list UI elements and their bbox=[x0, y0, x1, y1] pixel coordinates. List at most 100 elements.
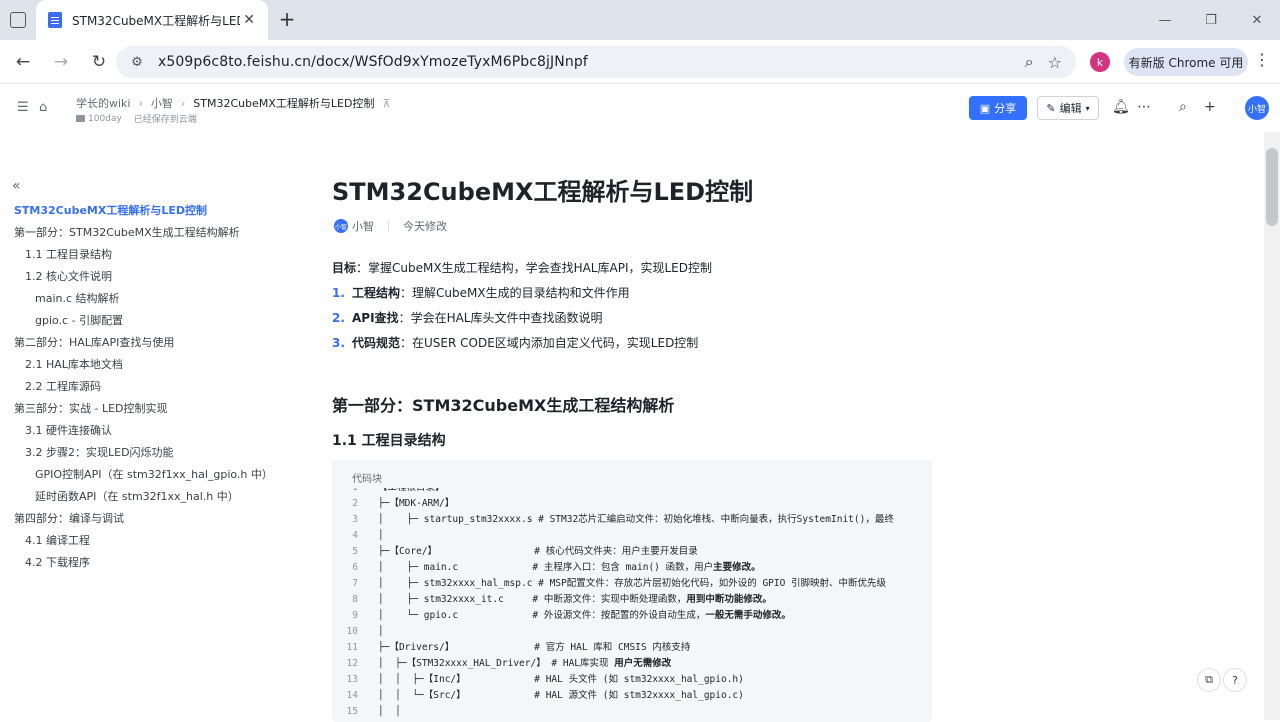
code-emphasis: 用户无需修改 bbox=[614, 658, 672, 669]
profile-avatar[interactable]: k bbox=[1090, 52, 1110, 72]
code-block-label: 代码块 bbox=[352, 474, 382, 485]
restore-button[interactable]: ❐ bbox=[1188, 0, 1234, 40]
code-line: 13 │ │ ├─【Inc/】 # HAL 头文件 (如 stm32xxxx_ha… bbox=[332, 672, 932, 688]
site-settings-icon[interactable]: ⚙ bbox=[122, 55, 152, 70]
close-window-button[interactable]: ✕ bbox=[1234, 0, 1280, 40]
folder-label[interactable]: 100day bbox=[76, 114, 122, 124]
code-text: │ bbox=[378, 530, 384, 541]
code-line: 12 │ ├─【STM32xxxx_HAL_Driver/】 # HAL库实现 用… bbox=[332, 656, 932, 672]
code-body: 1 【工程根目录】 2 ├─【MDK-ARM/】 3 │ ├─ startup_stm32… bbox=[332, 488, 932, 722]
list-item: 1. 工程结构：理解CubeMX生成的目录结构和文件作用 bbox=[332, 286, 630, 300]
browser-menu-icon[interactable]: ⋮ bbox=[1254, 50, 1270, 69]
outline-item-part1[interactable]: 第一部分：STM32CubeMX生成工程结构解析 bbox=[14, 224, 240, 240]
code-line: 5 ├─【Core/】 # 核心代码文件夹：用户主要开发目录 bbox=[332, 544, 932, 560]
outline-item-4-2[interactable]: 4.2 下载程序 bbox=[25, 554, 90, 570]
code-text: │ │ bbox=[378, 706, 401, 717]
edit-mode-button[interactable]: ✎ 编辑 ▾ bbox=[1037, 96, 1099, 120]
pencil-icon: ✎ bbox=[1046, 101, 1056, 115]
outline-item-part3[interactable]: 第三部分：实战 - LED控制实现 bbox=[14, 400, 168, 416]
address-bar[interactable]: ⚙ x509p6c8to.feishu.cn/docx/WSfOd9xYmoze… bbox=[116, 46, 1076, 78]
outline-item-4-1[interactable]: 4.1 编译工程 bbox=[25, 532, 90, 548]
notification-bell-icon[interactable]: 🔔︎ bbox=[1112, 99, 1130, 115]
browser-tab-strip: STM32CubeMX工程解析与LED控制 ✕ + — ❐ ✕ bbox=[0, 0, 1280, 40]
browser-tab-active[interactable]: STM32CubeMX工程解析与LED控制 ✕ bbox=[36, 0, 268, 40]
line-number: 3 bbox=[352, 514, 358, 525]
line-number: 6 bbox=[352, 562, 358, 573]
code-emphasis: 用到中断功能修改。 bbox=[686, 594, 772, 605]
help-icon[interactable]: ? bbox=[1223, 668, 1247, 692]
user-avatar[interactable]: 小智 bbox=[1245, 96, 1269, 120]
feishu-doc-favicon-icon bbox=[48, 12, 62, 28]
breadcrumb-item-space[interactable]: 小智 bbox=[151, 95, 173, 111]
zoom-search-icon[interactable]: ⌕ bbox=[1025, 52, 1034, 72]
code-text: ├─【MDK-ARM/】 bbox=[378, 498, 455, 509]
back-button[interactable]: ← bbox=[6, 45, 40, 79]
outline-item-1-2[interactable]: 1.2 核心文件说明 bbox=[25, 268, 112, 284]
outline-item-2-2[interactable]: 2.2 工程库源码 bbox=[25, 378, 101, 394]
scrollbar-thumb[interactable] bbox=[1266, 148, 1278, 226]
url-text: x509p6c8to.feishu.cn/docx/WSfOd9xYmozeTy… bbox=[158, 54, 588, 70]
subsection-heading: 1.1 工程目录结构 bbox=[332, 433, 446, 449]
code-emphasis: 一般无需手动修改。 bbox=[705, 610, 791, 621]
outline-item-2-1[interactable]: 2.1 HAL库本地文档 bbox=[25, 356, 123, 372]
code-text: │ ├─ stm32xxxx_hal_msp.c # MSP配置文件：存放芯片层… bbox=[378, 578, 887, 589]
outline-item-main-c[interactable]: main.c 结构解析 bbox=[35, 290, 120, 306]
code-line: 10 │ bbox=[332, 624, 932, 640]
list-item: 2. API查找：学会在HAL库头文件中查找函数说明 bbox=[332, 311, 603, 325]
code-text: │ └─ gpio.c # 外设源文件：按配置的外设自动生成， bbox=[378, 610, 706, 621]
code-line: 8 │ ├─ stm32xxxx_it.c # 中断源文件：实现中断处理函数，用到… bbox=[332, 592, 932, 608]
collapse-outline-icon[interactable]: « bbox=[12, 178, 21, 194]
code-line: 14 │ │ └─【Src/】 # HAL 源文件 (如 stm32xxxx_ha… bbox=[332, 688, 932, 704]
goal-text: ：掌握CubeMX生成工程结构，学会查找HAL库API，实现LED控制 bbox=[356, 261, 712, 275]
more-options-icon[interactable]: ⋯ bbox=[1137, 99, 1151, 115]
line-number: 10 bbox=[346, 626, 358, 637]
code-block[interactable]: 代码块 1 【工程根目录】 2 ├─【MDK-ARM/】 3 │ ├─ startup_s… bbox=[332, 460, 932, 722]
line-number: 15 bbox=[346, 706, 358, 717]
create-new-icon[interactable]: + bbox=[1204, 99, 1216, 115]
author-row: 小智 小智 今天修改 bbox=[334, 218, 447, 234]
search-icon[interactable]: ⌕ bbox=[1179, 99, 1187, 115]
author-name[interactable]: 小智 bbox=[352, 218, 374, 234]
new-tab-button[interactable]: + bbox=[276, 9, 298, 31]
omnibox-actions: ⌕ ☆ bbox=[1025, 52, 1062, 72]
share-button[interactable]: ▣ 分享 bbox=[969, 96, 1027, 120]
line-number: 2 bbox=[352, 498, 358, 509]
tab-search-icon[interactable] bbox=[10, 12, 26, 28]
code-text: │ │ ├─【Inc/】 # HAL 头文件 (如 stm32xxxx_hal_… bbox=[378, 674, 744, 685]
pin-icon[interactable]: ⊼ bbox=[382, 97, 390, 110]
outline-item-gpio-api[interactable]: GPIO控制API（在 stm32f1xx_hal_gpio.h 中） bbox=[35, 466, 273, 482]
line-number: 12 bbox=[346, 658, 358, 669]
forward-button[interactable]: → bbox=[44, 45, 78, 79]
section-heading: 第一部分：STM32CubeMX生成工程结构解析 bbox=[332, 396, 675, 415]
home-icon[interactable]: ⌂ bbox=[39, 100, 47, 115]
line-number: 13 bbox=[346, 674, 358, 685]
doc-meta: 100day 已经保存到云端 bbox=[76, 112, 197, 125]
code-emphasis: 主要修改。 bbox=[713, 562, 761, 573]
folder-icon bbox=[76, 114, 85, 122]
outline-item-part2[interactable]: 第二部分：HAL库API查找与使用 bbox=[14, 334, 174, 350]
list-item: 3. 代码规范：在USER CODE区域内添加自定义代码，实现LED控制 bbox=[332, 336, 699, 350]
code-text: │ ├─ startup_stm32xxxx.s # STM32芯片汇编启动文件… bbox=[378, 514, 894, 525]
reload-button[interactable]: ↻ bbox=[82, 45, 116, 79]
outline-item-gpio-c[interactable]: gpio.c - 引脚配置 bbox=[35, 312, 123, 328]
minimize-button[interactable]: — bbox=[1142, 0, 1188, 40]
outline-item-3-2[interactable]: 3.2 步骤2：实现LED闪烁功能 bbox=[25, 444, 174, 460]
line-number: 5 bbox=[352, 546, 358, 557]
breadcrumb-item-wiki[interactable]: 学长的wiki bbox=[76, 95, 130, 111]
code-line: 15 │ │ bbox=[332, 704, 932, 720]
toggle-sidebar-icon[interactable]: ☰ bbox=[17, 100, 29, 115]
page-title: STM32CubeMX工程解析与LED控制 bbox=[332, 178, 754, 206]
line-number: 4 bbox=[352, 530, 358, 541]
chrome-update-button[interactable]: 有新版 Chrome 可用 bbox=[1124, 48, 1248, 76]
outline-item-title[interactable]: STM32CubeMX工程解析与LED控制 bbox=[14, 202, 207, 218]
author-avatar[interactable]: 小智 bbox=[334, 219, 348, 233]
bookmark-star-icon[interactable]: ☆ bbox=[1048, 53, 1062, 72]
outline-item-delay-api[interactable]: 延时函数API（在 stm32f1xx_hal.h 中） bbox=[35, 488, 239, 504]
outline-item-3-1[interactable]: 3.1 硬件连接确认 bbox=[25, 422, 112, 438]
copy-link-icon[interactable]: ⧉ bbox=[1197, 668, 1221, 692]
tab-close-icon[interactable]: ✕ bbox=[240, 12, 258, 28]
outline-item-part4[interactable]: 第四部分：编译与调试 bbox=[14, 510, 124, 526]
breadcrumb-item-current[interactable]: STM32CubeMX工程解析与LED控制 bbox=[193, 95, 374, 111]
code-text: │ │ └─【Src/】 # HAL 源文件 (如 stm32xxxx_hal_… bbox=[378, 690, 744, 701]
outline-item-1-1[interactable]: 1.1 工程目录结构 bbox=[25, 246, 112, 262]
